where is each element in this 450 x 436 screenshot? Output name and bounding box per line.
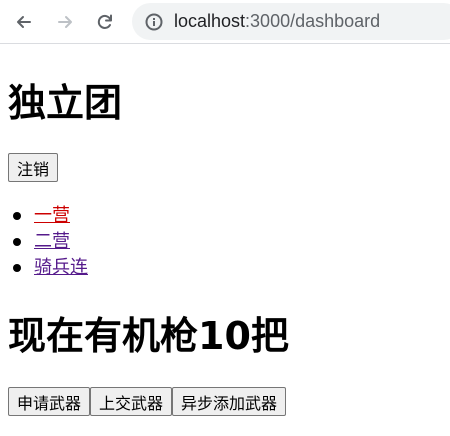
submit-weapon-button[interactable]: 上交武器 [90,387,173,416]
url-text[interactable]: localhost:3000/dashboard [174,11,380,31]
url-path: :3000/dashboard [245,11,381,31]
reload-icon [97,14,112,29]
url-host: localhost [174,11,246,31]
back-button[interactable] [12,10,36,34]
info-icon[interactable] [144,12,164,32]
browser-toolbar: localhost:3000/dashboard [0,0,450,44]
forward-button[interactable] [53,10,77,34]
logout-button[interactable]: 注销 [8,153,59,182]
nav-link-first-battalion[interactable]: 一营 [34,205,70,226]
nav-link-second-battalion[interactable]: 二营 [34,231,70,252]
action-buttons: 申请武器 上交武器 异步添加武器 [8,387,287,416]
unit-nav-list: 一营 二营 骑兵连 [13,203,88,281]
address-bar[interactable]: localhost:3000/dashboard [132,3,450,40]
back-arrow-icon [17,16,31,28]
forward-arrow-icon [58,16,72,28]
reload-button[interactable] [93,10,117,34]
page-title: 独立团 [8,81,123,125]
list-item: 一营 [13,203,88,229]
apply-weapon-button[interactable]: 申请武器 [8,387,91,416]
list-item: 骑兵连 [13,255,88,281]
list-item: 二营 [13,229,88,255]
async-add-weapon-button[interactable]: 异步添加武器 [172,387,287,416]
nav-link-cavalry[interactable]: 骑兵连 [34,257,88,278]
weapon-status-heading: 现在有机枪10把 [8,314,289,358]
